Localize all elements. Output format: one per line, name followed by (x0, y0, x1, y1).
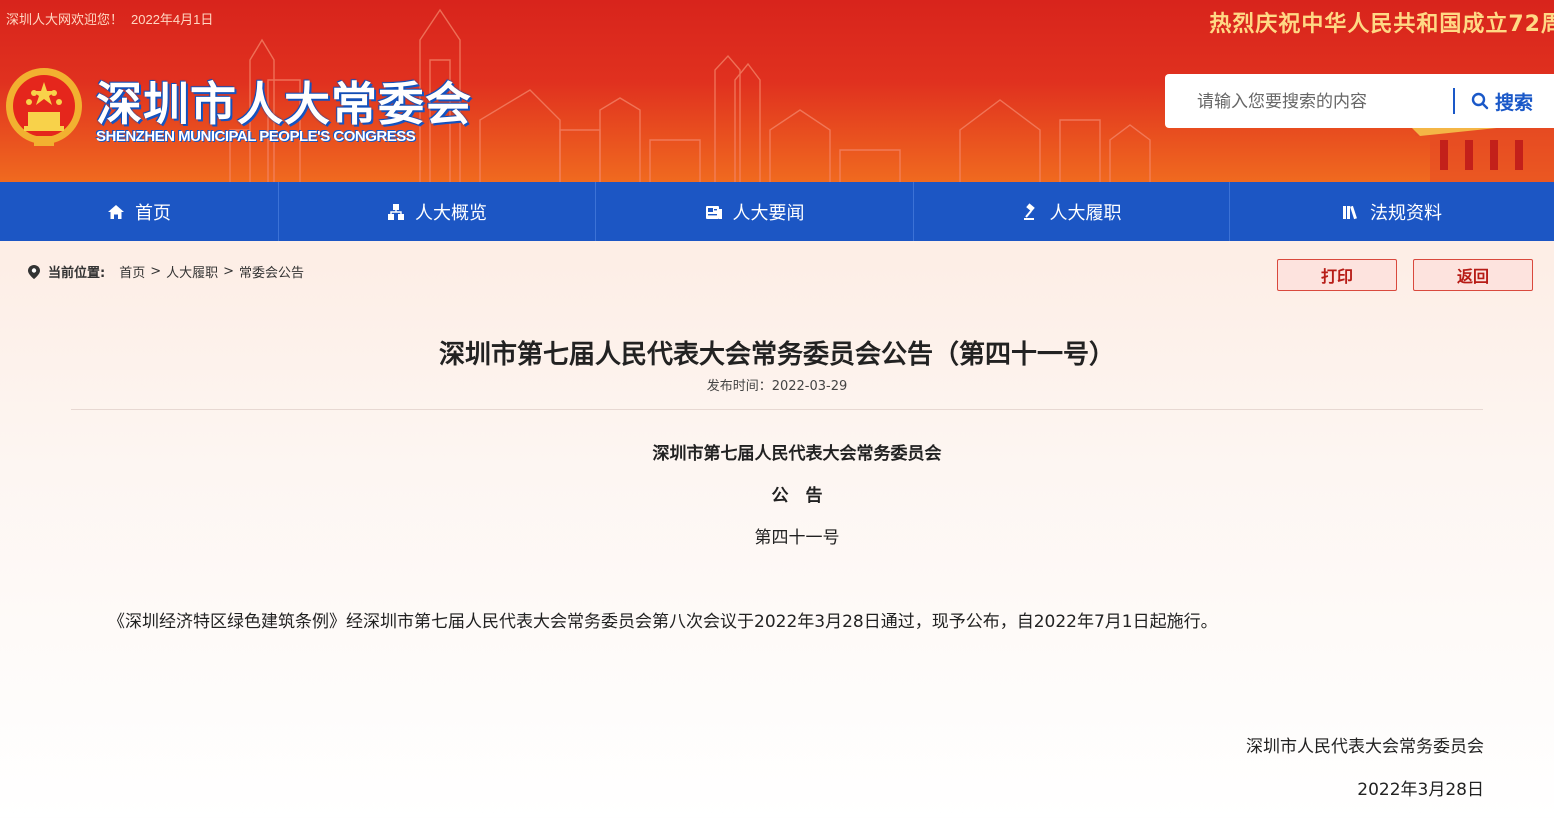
nav-item-news[interactable]: 人大要闻 (596, 182, 914, 241)
publish-label: 发布时间： (706, 379, 772, 394)
org-chart-icon (388, 203, 404, 220)
header-date: 2022年4月1日 (131, 12, 214, 27)
header-banner: 深圳人大网欢迎您！ 2022年4月1日 热烈庆祝中华人民共和国成立72周 深圳市人… (0, 0, 1554, 182)
search-icon (1471, 92, 1489, 110)
welcome-text: 深圳人大网欢迎您！ 2022年4月1日 (6, 12, 214, 27)
issuing-organization: 深圳市第七届人民代表大会常务委员会 (652, 444, 942, 464)
signature-date: 2022年3月28日 (1357, 780, 1484, 800)
nav-item-label: 法规资料 (1370, 202, 1442, 224)
nav-item-label: 人大概览 (415, 202, 487, 224)
nav-item-home[interactable]: 首页 (0, 182, 279, 241)
news-icon (705, 205, 722, 219)
nav-item-label: 首页 (135, 202, 171, 224)
nav-item-label: 人大履职 (1049, 202, 1122, 224)
print-button[interactable]: 打印 (1277, 259, 1397, 291)
breadcrumb-home-link[interactable]: 首页 (119, 262, 145, 281)
search-box: 搜索 (1165, 74, 1554, 128)
nav-item-label: 人大要闻 (732, 202, 805, 224)
article-title: 深圳市第七届人民代表大会常务委员会公告（第四十一号） (438, 340, 1115, 370)
search-input[interactable] (1195, 88, 1449, 116)
article-meta: 发布时间：2022-03-29 (0, 375, 1554, 394)
breadcrumb: 当前位置: 首页 > 人大履职 > 常委会公告 (28, 262, 304, 281)
back-button[interactable]: 返回 (1413, 259, 1533, 291)
signature-organization: 深圳市人民代表大会常务委员会 (1246, 737, 1484, 757)
location-pin-icon (28, 264, 40, 279)
national-emblem-icon (6, 68, 82, 146)
breadcrumb-duties-link[interactable]: 人大履职 (166, 262, 218, 281)
nav-item-regulations[interactable]: 法规资料 (1230, 182, 1554, 241)
home-icon (108, 204, 124, 219)
search-divider (1453, 88, 1455, 114)
nav-item-overview[interactable]: 人大概览 (279, 182, 596, 241)
breadcrumb-separator: > (223, 264, 235, 279)
books-icon (1343, 205, 1357, 219)
breadcrumb-announcement-link[interactable]: 常委会公告 (239, 262, 304, 281)
title-divider (71, 409, 1483, 410)
article-body: 《深圳经济特区绿色建筑条例》经深圳市第七届人民代表大会常务委员会第八次会议于20… (108, 612, 1218, 632)
gavel-icon (1023, 202, 1035, 220)
document-type: 公 告 (771, 486, 823, 506)
nav-item-duties[interactable]: 人大履职 (914, 182, 1230, 241)
site-title: 深圳市人大常委会 (96, 77, 472, 131)
breadcrumb-label: 当前位置: (48, 266, 106, 281)
site-subtitle: SHENZHEN MUNICIPAL PEOPLE'S CONGRESS (96, 128, 416, 145)
publish-date: 2022-03-29 (771, 379, 848, 394)
breadcrumb-separator: > (150, 264, 162, 279)
search-button-label: 搜索 (1495, 91, 1534, 114)
document-number: 第四十一号 (754, 528, 840, 548)
main-nav: 首页 人大概览 人大要闻 人大履职 法规资料 (0, 182, 1554, 241)
celebrate-slogan: 热烈庆祝中华人民共和国成立72周 (1209, 12, 1554, 37)
search-button[interactable]: 搜索 (1471, 86, 1533, 116)
